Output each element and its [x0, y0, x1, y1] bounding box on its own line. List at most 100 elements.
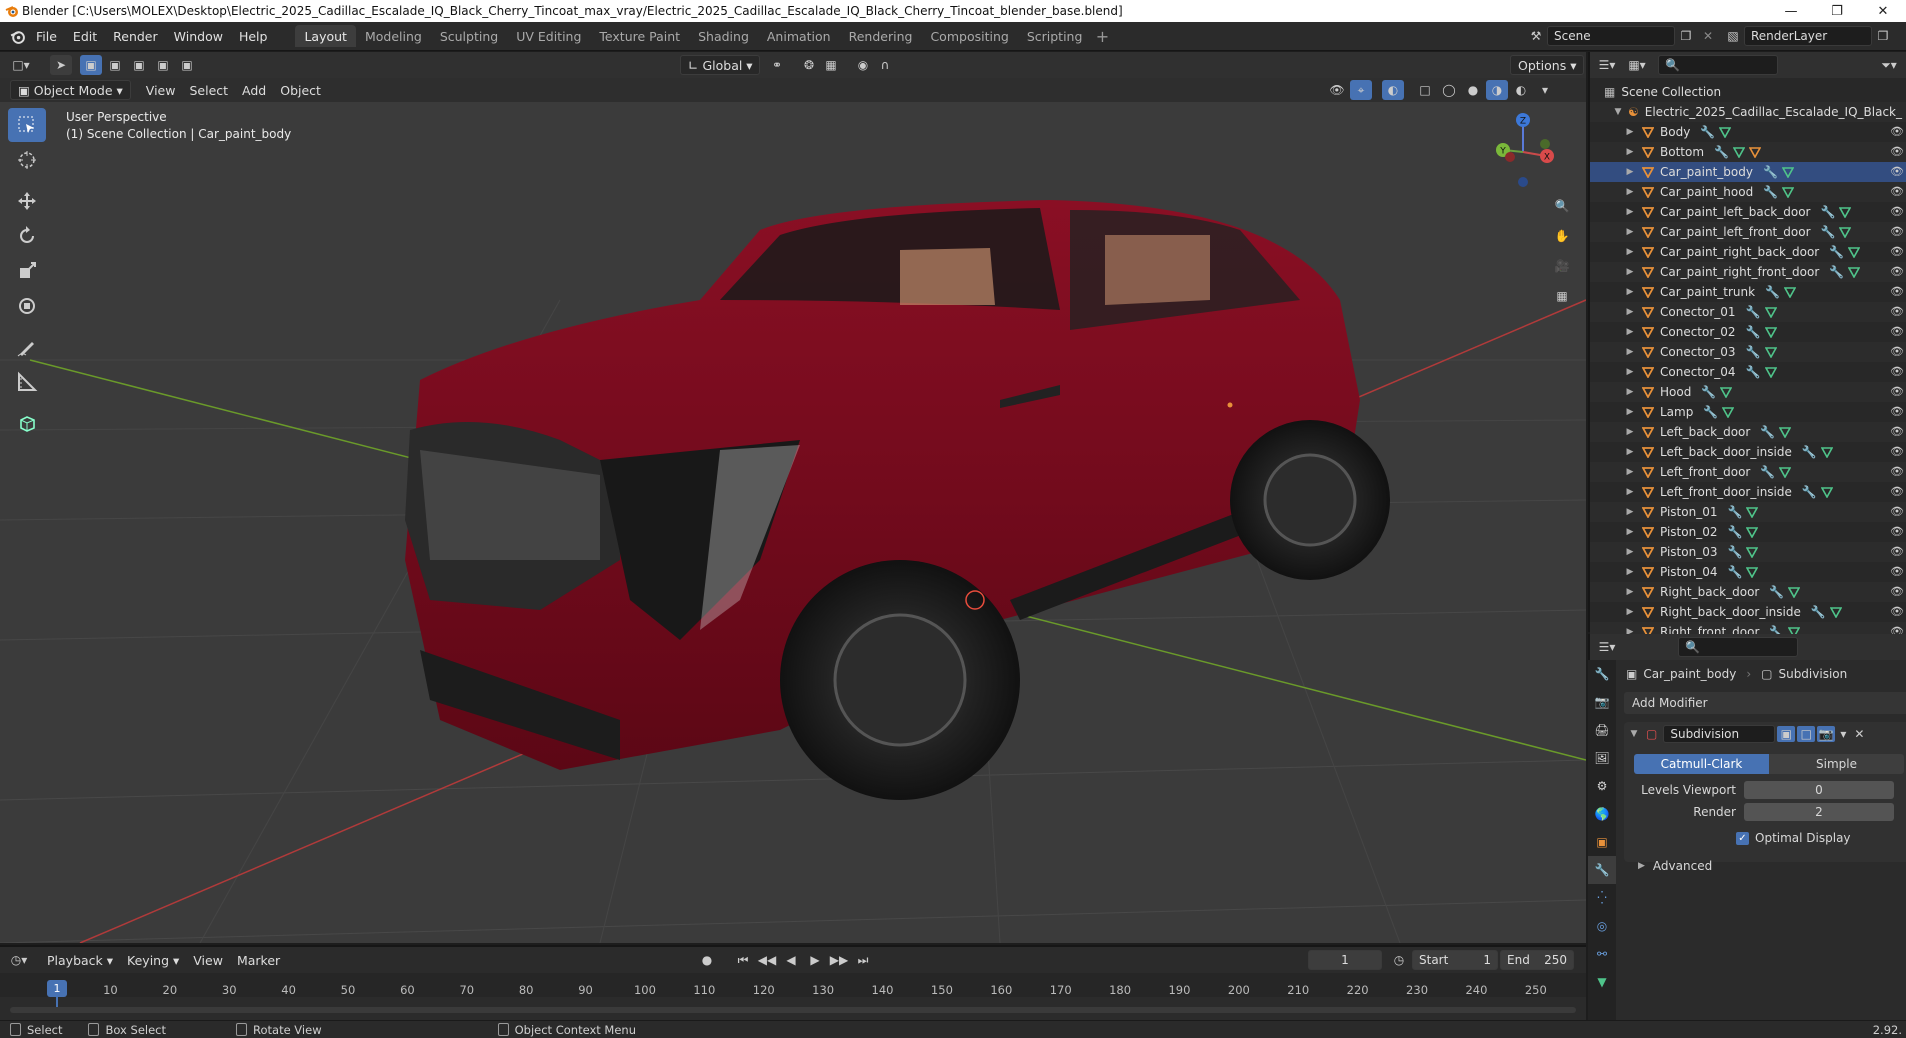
mesh-data-icon[interactable] [1784, 286, 1797, 298]
end-frame-input[interactable]: End 250 [1500, 950, 1574, 970]
blender-menu-icon[interactable] [6, 26, 28, 46]
outliner-object-row[interactable]: ▶ Body 🔧 👁 [1590, 122, 1906, 142]
modifier-wrench-icon[interactable]: 🔧 [1821, 225, 1836, 239]
tab-rendering[interactable]: Rendering [840, 25, 922, 47]
modifier-wrench-icon[interactable]: 🔧 [1727, 505, 1742, 519]
menu-window[interactable]: Window [166, 25, 231, 47]
mesh-data-icon[interactable] [1848, 246, 1861, 258]
outliner-search-input[interactable]: 🔍 [1658, 55, 1778, 75]
current-frame-input[interactable]: 1 [1308, 950, 1382, 970]
transform-orientation-dropdown[interactable]: ∟ Global ▾ [680, 55, 760, 75]
mode-dropdown[interactable]: ▣ Object Mode ▾ [10, 80, 131, 100]
filter-icon[interactable]: ⏷▾ [1878, 55, 1900, 75]
select-intersect-icon[interactable]: ▣ [176, 55, 198, 75]
eye-icon[interactable]: 👁 [1890, 225, 1904, 239]
eye-icon[interactable]: 👁 [1890, 405, 1904, 419]
outliner-object-row[interactable]: ▶ Piston_02 🔧 👁 [1590, 522, 1906, 542]
tab-texture-paint[interactable]: Texture Paint [590, 25, 689, 47]
jump-start-icon[interactable]: ⏮ [732, 950, 754, 970]
outliner-collection-row[interactable]: ▼ ☯ Electric_2025_Cadillac_Escalade_IQ_B… [1590, 102, 1906, 122]
move-tool[interactable] [8, 184, 46, 218]
jump-end-icon[interactable]: ⏭ [852, 950, 874, 970]
mesh-data-icon[interactable] [1764, 306, 1777, 318]
collapse-arrow-icon[interactable]: ▼ [1612, 107, 1624, 117]
tab-uv-editing[interactable]: UV Editing [507, 25, 590, 47]
outliner-object-row[interactable]: ▶ Left_front_door 🔧 👁 [1590, 462, 1906, 482]
mesh-data-icon[interactable] [1788, 586, 1801, 598]
viewport-toggle-icon[interactable]: □ [1797, 726, 1816, 742]
constraints-tab-icon[interactable]: ⚯ [1588, 940, 1616, 968]
outliner-scene-collection[interactable]: ▦ Scene Collection [1590, 82, 1906, 102]
modifier-collapse-icon[interactable]: ▼ [1628, 729, 1640, 739]
modifier-wrench-icon[interactable]: 🔧 [1746, 345, 1761, 359]
camera-view-icon[interactable]: 🎥 [1548, 252, 1576, 280]
expand-arrow-icon[interactable]: ▶ [1624, 167, 1636, 177]
play-reverse-icon[interactable]: ◀ [780, 950, 802, 970]
remove-scene-icon[interactable]: ✕ [1697, 26, 1719, 46]
modifier-wrench-icon[interactable]: 🔧 [1765, 285, 1780, 299]
edit-mode-toggle-icon[interactable]: ▣ [1777, 726, 1796, 742]
minimize-icon[interactable]: — [1768, 0, 1814, 22]
display-mode-icon[interactable]: ▦▾ [1626, 55, 1648, 75]
modifier-wrench-icon[interactable]: 🔧 [1714, 145, 1729, 159]
modifier-tab-icon[interactable]: 🔧 [1588, 856, 1616, 884]
mesh-data-icon[interactable] [1839, 206, 1852, 218]
eye-icon[interactable]: 👁 [1890, 145, 1904, 159]
eye-icon[interactable]: 👁 [1890, 285, 1904, 299]
mesh-data-icon[interactable] [1746, 566, 1759, 578]
physics-tab-icon[interactable]: ◎ [1588, 912, 1616, 940]
modifier-wrench-icon[interactable]: 🔧 [1811, 605, 1826, 619]
outliner-object-row[interactable]: ▶ Piston_01 🔧 👁 [1590, 502, 1906, 522]
expand-arrow-icon[interactable]: ▶ [1624, 347, 1636, 357]
zoom-icon[interactable]: 🔍 [1548, 192, 1576, 220]
menu-help[interactable]: Help [231, 25, 276, 47]
outliner-editor-icon[interactable]: ☰▾ [1596, 55, 1618, 75]
modifier-wrench-icon[interactable]: 🔧 [1763, 165, 1778, 179]
eye-icon[interactable]: 👁 [1890, 325, 1904, 339]
modifier-wrench-icon[interactable]: 🔧 [1802, 445, 1817, 459]
proportional-edit-icon[interactable]: ◉ [852, 55, 874, 75]
outliner-object-row[interactable]: ▶ Car_paint_trunk 🔧 👁 [1590, 282, 1906, 302]
select-box-tool[interactable] [8, 108, 46, 142]
visibility-icon[interactable]: 👁 [1326, 80, 1348, 100]
material-icon[interactable] [1748, 146, 1761, 158]
eye-icon[interactable]: 👁 [1890, 525, 1904, 539]
select-subtract-icon[interactable]: ▣ [128, 55, 150, 75]
outliner-object-row[interactable]: ▶ Right_back_door_inside 🔧 👁 [1590, 602, 1906, 622]
scene-tab-icon[interactable]: ⚙ [1588, 772, 1616, 800]
eye-icon[interactable]: 👁 [1890, 345, 1904, 359]
mesh-data-icon[interactable] [1779, 426, 1792, 438]
outliner-object-row[interactable]: ▶ Conector_01 🔧 👁 [1590, 302, 1906, 322]
mesh-data-icon[interactable] [1746, 546, 1759, 558]
modifier-wrench-icon[interactable]: 🔧 [1769, 585, 1784, 599]
add-workspace-icon[interactable]: + [1091, 26, 1113, 46]
modifier-menu-icon[interactable]: ▾ [1835, 724, 1851, 744]
expand-arrow-icon[interactable]: ▶ [1624, 387, 1636, 397]
mesh-data-icon[interactable] [1746, 526, 1759, 538]
cursor-tool[interactable] [8, 143, 46, 177]
options-dropdown[interactable]: Options ▾ [1510, 55, 1585, 75]
expand-arrow-icon[interactable]: ▶ [1624, 567, 1636, 577]
render-layer-icon[interactable]: ▧ [1722, 26, 1744, 46]
properties-search-input[interactable]: 🔍 [1678, 637, 1798, 657]
eye-icon[interactable]: 👁 [1890, 465, 1904, 479]
mesh-data-icon[interactable] [1820, 486, 1833, 498]
modifier-wrench-icon[interactable]: 🔧 [1727, 565, 1742, 579]
render-levels-input[interactable]: 2 [1744, 803, 1894, 821]
mesh-data-icon[interactable] [1781, 166, 1794, 178]
modifier-wrench-icon[interactable]: 🔧 [1760, 425, 1775, 439]
outliner-object-row[interactable]: ▶ Left_back_door_inside 🔧 👁 [1590, 442, 1906, 462]
expand-arrow-icon[interactable]: ▶ [1624, 427, 1636, 437]
eye-icon[interactable]: 👁 [1890, 125, 1904, 139]
eye-icon[interactable]: 👁 [1890, 305, 1904, 319]
rotate-tool[interactable] [8, 219, 46, 253]
outliner-object-row[interactable]: ▶ Piston_04 🔧 👁 [1590, 562, 1906, 582]
modifier-wrench-icon[interactable]: 🔧 [1820, 205, 1835, 219]
outliner-object-row[interactable]: ▶ Left_front_door_inside 🔧 👁 [1590, 482, 1906, 502]
shading-options-icon[interactable]: ▾ [1534, 80, 1556, 100]
modifier-wrench-icon[interactable]: 🔧 [1703, 405, 1718, 419]
editor-type-icon[interactable]: □▾ [6, 55, 36, 75]
expand-arrow-icon[interactable]: ▶ [1624, 227, 1636, 237]
expand-arrow-icon[interactable]: ▶ [1624, 207, 1636, 217]
expand-arrow-icon[interactable]: ▶ [1624, 507, 1636, 517]
